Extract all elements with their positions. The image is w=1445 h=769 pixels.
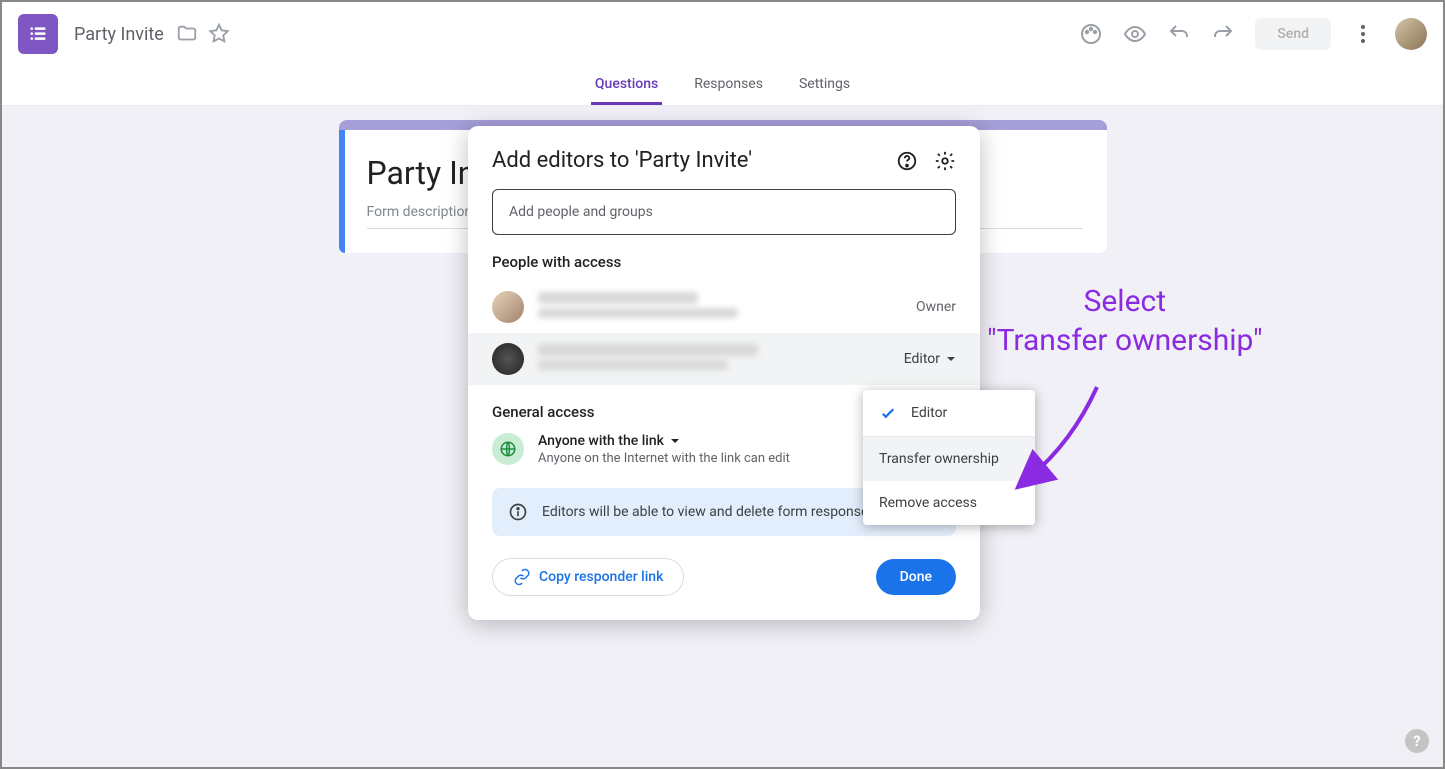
- check-icon: [879, 404, 897, 422]
- role-dropdown[interactable]: Editor: [904, 351, 956, 367]
- link-scope-sub: Anyone on the Internet with the link can…: [538, 451, 790, 466]
- chevron-down-icon: [946, 354, 956, 364]
- tab-bar: Questions Responses Settings: [2, 66, 1443, 106]
- avatar: [492, 343, 524, 375]
- globe-icon: [492, 433, 524, 465]
- menu-item-transfer[interactable]: Transfer ownership: [863, 437, 1035, 481]
- document-title[interactable]: Party Invite: [74, 24, 164, 45]
- person-info: [538, 292, 916, 322]
- redo-icon[interactable]: [1211, 22, 1235, 46]
- annotation-text: Select "Transfer ownership": [987, 282, 1263, 360]
- share-modal: Add editors to 'Party Invite' Add people…: [468, 126, 980, 620]
- copy-link-button[interactable]: Copy responder link: [492, 558, 684, 596]
- send-button[interactable]: Send: [1255, 18, 1331, 50]
- menu-item-remove[interactable]: Remove access: [863, 481, 1035, 525]
- app-header: Party Invite Send: [2, 2, 1443, 66]
- move-folder-icon[interactable]: [176, 23, 198, 45]
- role-label: Editor: [904, 351, 940, 367]
- banner-text: Editors will be able to view and delete …: [542, 504, 876, 520]
- annotation-arrow: [1012, 382, 1112, 492]
- account-avatar[interactable]: [1395, 18, 1427, 50]
- person-row-editor: Editor: [468, 333, 980, 385]
- link-icon: [513, 568, 531, 586]
- chevron-down-icon: [670, 436, 680, 446]
- info-icon: [508, 502, 528, 522]
- tab-responses[interactable]: Responses: [690, 66, 767, 105]
- help-fab[interactable]: ?: [1405, 729, 1429, 753]
- tab-questions[interactable]: Questions: [591, 66, 662, 105]
- add-people-input[interactable]: Add people and groups: [492, 189, 956, 235]
- star-icon[interactable]: [208, 23, 230, 45]
- undo-icon[interactable]: [1167, 22, 1191, 46]
- tab-settings[interactable]: Settings: [795, 66, 854, 105]
- preview-icon[interactable]: [1123, 22, 1147, 46]
- forms-logo[interactable]: [18, 14, 58, 54]
- palette-icon[interactable]: [1079, 22, 1103, 46]
- avatar: [492, 291, 524, 323]
- role-menu: Editor Transfer ownership Remove access: [863, 390, 1035, 525]
- modal-title: Add editors to 'Party Invite': [492, 148, 896, 173]
- menu-item-editor[interactable]: Editor: [863, 390, 1035, 436]
- help-icon[interactable]: [896, 150, 918, 172]
- person-info: [538, 344, 904, 374]
- person-row-owner: Owner: [468, 281, 980, 333]
- done-button[interactable]: Done: [876, 559, 956, 595]
- gear-icon[interactable]: [934, 150, 956, 172]
- role-owner: Owner: [916, 299, 956, 315]
- more-icon[interactable]: [1351, 22, 1375, 46]
- link-scope-dropdown[interactable]: Anyone with the link: [538, 433, 790, 449]
- people-section-title: People with access: [468, 253, 980, 281]
